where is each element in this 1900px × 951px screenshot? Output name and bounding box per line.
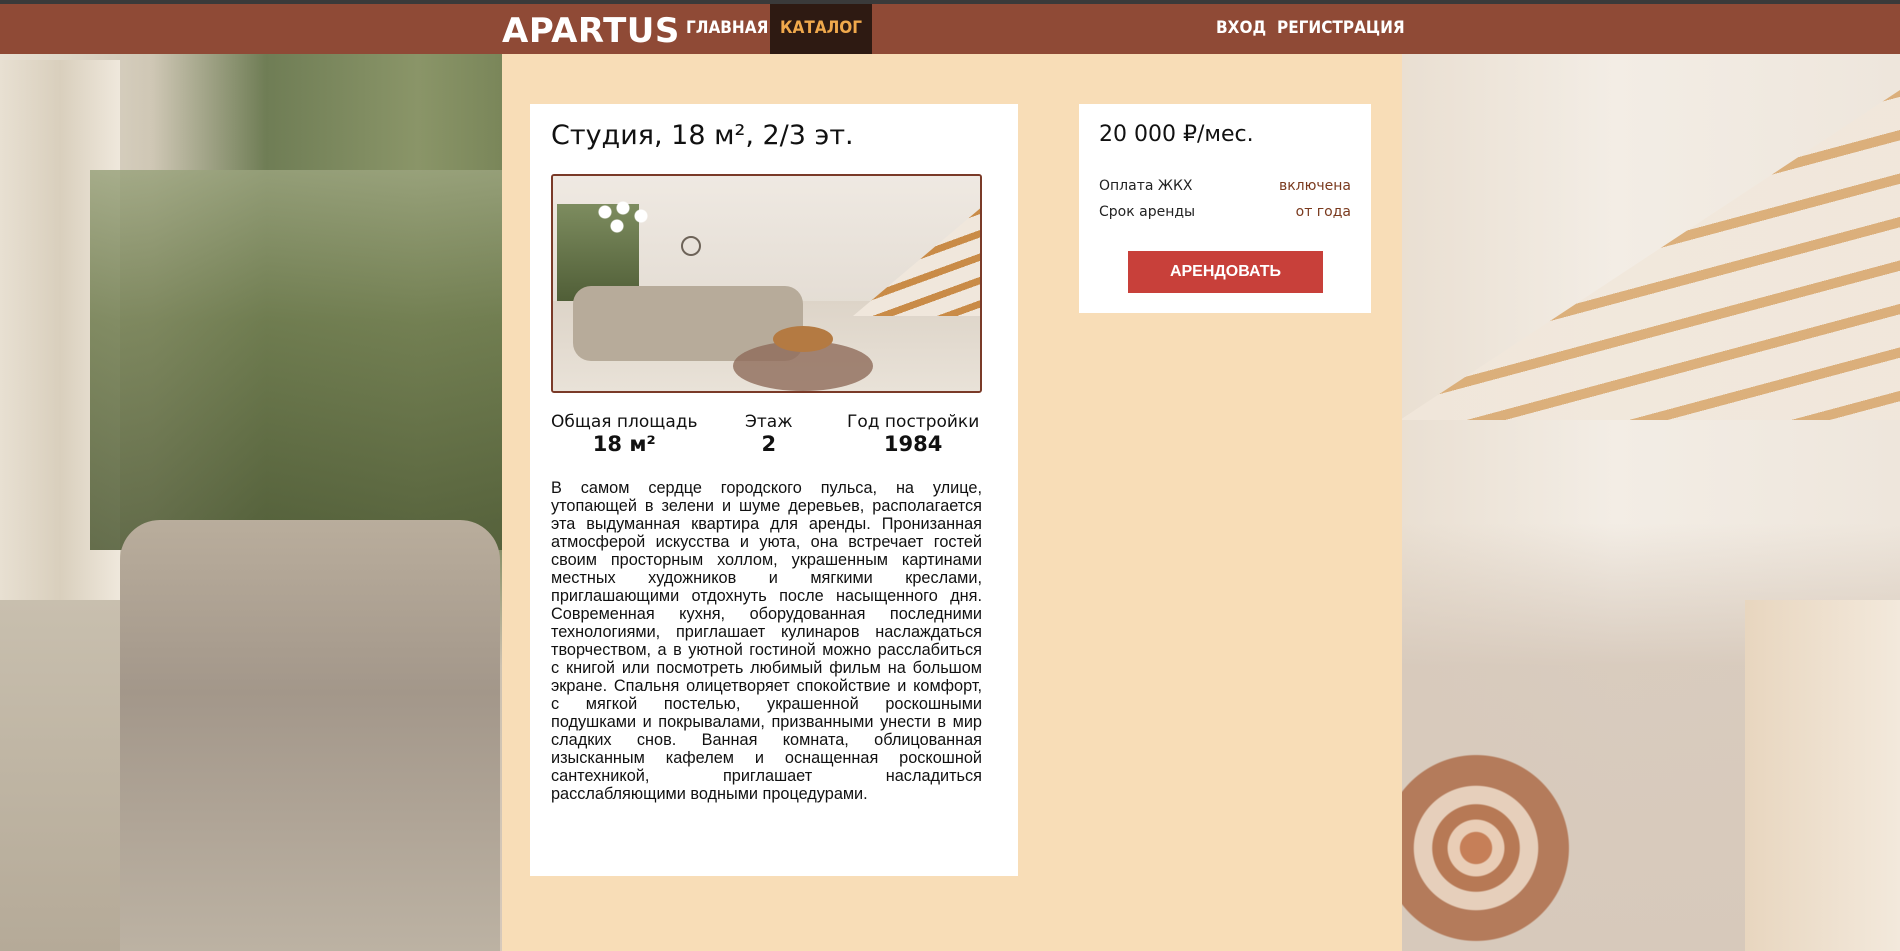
- stat-year-value: 1984: [883, 432, 943, 456]
- background-cabinet: [1745, 600, 1900, 951]
- logo[interactable]: APARTUS: [502, 8, 680, 54]
- background-sofa: [120, 520, 500, 951]
- stat-floor-label: Этаж: [745, 412, 793, 432]
- navbar: APARTUS ГЛАВНАЯ КАТАЛОГ ВХОД РЕГИСТРАЦИЯ: [0, 4, 1900, 54]
- login-link[interactable]: ВХОД: [1206, 4, 1276, 54]
- listing-photo[interactable]: [551, 174, 982, 393]
- background-window: [90, 170, 510, 550]
- register-link[interactable]: РЕГИСТРАЦИЯ: [1267, 4, 1415, 54]
- stat-area-value: 18 м²: [592, 432, 656, 456]
- listing-title: Студия, 18 м², 2/3 эт.: [551, 120, 854, 151]
- utilities-label: Оплата ЖКХ: [1099, 178, 1193, 194]
- listing-card: Студия, 18 м², 2/3 эт. Общая площадь 18 …: [530, 104, 1018, 876]
- stat-area-label: Общая площадь: [551, 412, 698, 432]
- lease-term-value: от года: [1295, 204, 1351, 220]
- stat-area: Общая площадь 18 м²: [551, 412, 698, 456]
- listing-photo-image: [553, 176, 980, 391]
- lease-term-label: Срок аренды: [1099, 204, 1196, 220]
- price-value: 20 000 ₽/мес.: [1099, 122, 1254, 147]
- stat-year-label: Год постройки: [847, 412, 980, 432]
- stat-floor: Этаж 2: [745, 412, 793, 456]
- listing-stats: Общая площадь 18 м² Этаж 2 Год постройки…: [551, 412, 982, 462]
- utilities-value: включена: [1278, 178, 1351, 194]
- nav-link-catalog[interactable]: КАТАЛОГ: [770, 4, 873, 54]
- listing-description: В самом сердце городского пульса, на ули…: [551, 479, 982, 803]
- stat-year: Год постройки 1984: [847, 412, 979, 456]
- stat-floor-value: 2: [761, 432, 777, 456]
- price-card: 20 000 ₽/мес. Оплата ЖКХ включена Срок а…: [1079, 104, 1371, 313]
- background-rug: [1400, 745, 1590, 951]
- background-stairs: [1400, 90, 1900, 420]
- rent-button[interactable]: АРЕНДОВАТЬ: [1128, 251, 1323, 293]
- nav-link-home[interactable]: ГЛАВНАЯ: [676, 4, 778, 54]
